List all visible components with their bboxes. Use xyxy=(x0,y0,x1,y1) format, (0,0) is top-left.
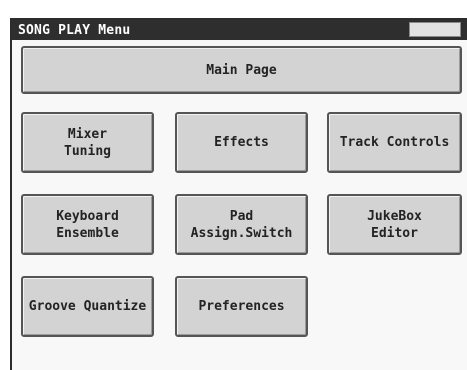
preferences-button[interactable]: Preferences xyxy=(175,276,308,337)
pad-assign-switch-button[interactable]: Pad Assign.Switch xyxy=(175,194,308,255)
title-bar-button[interactable] xyxy=(409,22,461,37)
effects-button[interactable]: Effects xyxy=(175,112,308,173)
mixer-tuning-button[interactable]: Mixer Tuning xyxy=(21,112,154,173)
keyboard-ensemble-button[interactable]: Keyboard Ensemble xyxy=(21,194,154,255)
page-title: SONG PLAY Menu xyxy=(18,23,131,38)
main-page-button[interactable]: Main Page xyxy=(21,46,462,94)
jukebox-editor-button[interactable]: JukeBox Editor xyxy=(327,194,462,255)
track-controls-button[interactable]: Track Controls xyxy=(327,112,462,173)
groove-quantize-button[interactable]: Groove Quantize xyxy=(21,276,154,337)
